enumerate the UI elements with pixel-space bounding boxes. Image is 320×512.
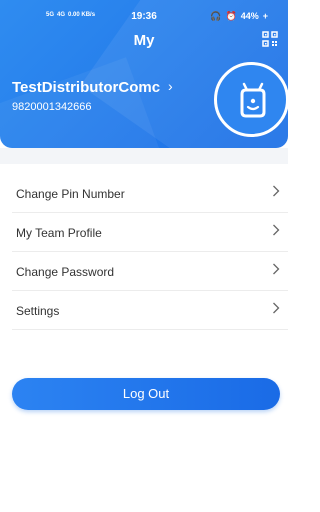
chevron-right-icon xyxy=(273,302,280,314)
menu-item-label: Change Pin Number xyxy=(16,187,125,201)
profile-header: 5G 4G 0.00 KB/s 19:36 🎧 ⏰ 44% + My TestDistri… xyxy=(0,0,288,148)
username[interactable]: TestDistributorComc xyxy=(12,79,160,96)
status-bar: 5G 4G 0.00 KB/s 19:36 🎧 ⏰ 44% + xyxy=(0,10,288,24)
phone-number: 9820001342666 xyxy=(12,101,92,113)
charging-icon: + xyxy=(262,11,268,21)
menu-item-label: Change Password xyxy=(16,265,115,279)
chevron-right-icon xyxy=(273,263,280,275)
page-title: My xyxy=(133,32,155,49)
avatar[interactable] xyxy=(214,62,288,137)
qr-code-icon[interactable] xyxy=(262,31,278,47)
robot-face-icon xyxy=(240,82,266,118)
profile-chevron-icon[interactable]: › xyxy=(168,78,173,94)
chevron-right-icon xyxy=(273,224,280,236)
menu-item-change-password[interactable]: Change Password xyxy=(12,252,288,291)
menu-item-label: Settings xyxy=(16,304,60,318)
menu-item-settings[interactable]: Settings xyxy=(12,291,288,330)
chevron-right-icon xyxy=(273,185,280,197)
menu-item-team-profile[interactable]: My Team Profile xyxy=(12,213,288,252)
battery-level: 44% xyxy=(240,11,259,21)
alarm-icon: ⏰ xyxy=(225,11,237,21)
menu-item-label: My Team Profile xyxy=(16,226,102,240)
logout-button[interactable]: Log Out xyxy=(12,378,280,410)
status-icons: 🎧 ⏰ 44% + xyxy=(206,11,268,22)
menu-item-change-pin[interactable]: Change Pin Number xyxy=(12,174,288,213)
section-divider xyxy=(0,148,288,164)
settings-menu: Change Pin Number My Team Profile Change… xyxy=(12,174,288,330)
headphones-icon: 🎧 xyxy=(210,11,222,21)
